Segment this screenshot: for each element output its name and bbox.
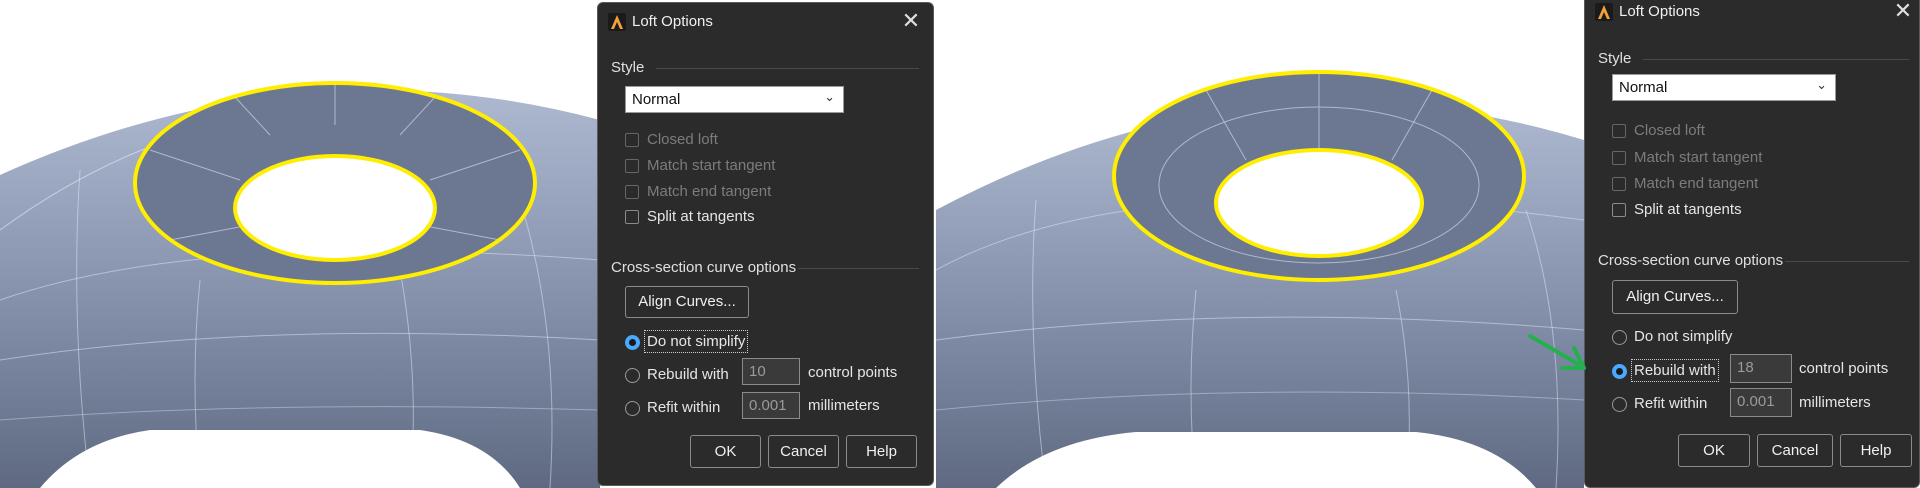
rebuild-with-radio[interactable] <box>1612 364 1627 379</box>
dialog-title: Loft Options <box>1619 3 1700 20</box>
loft-options-dialog-right: Loft Options ✕ Style Normal ⌄ Closed lof… <box>1584 0 1920 488</box>
closed-loft-label: Closed loft <box>647 131 718 148</box>
control-points-input[interactable]: 18 <box>1730 354 1792 383</box>
closed-loft-checkbox[interactable] <box>1612 124 1626 138</box>
split-at-tangents-label: Split at tangents <box>647 208 755 225</box>
split-at-tangents-checkbox[interactable] <box>1612 203 1626 217</box>
style-select[interactable]: Normal ⌄ <box>625 86 844 113</box>
control-points-input[interactable]: 10 <box>742 358 800 385</box>
match-end-tangent-checkbox[interactable] <box>1612 177 1626 191</box>
app-logo-icon <box>1595 3 1613 21</box>
control-points-unit-label: control points <box>1799 360 1889 377</box>
style-select[interactable]: Normal ⌄ <box>1612 74 1836 101</box>
refit-within-label: Refit within <box>647 399 721 416</box>
divider <box>798 268 919 269</box>
match-start-tangent-checkbox[interactable] <box>625 159 639 173</box>
closed-loft-label: Closed loft <box>1634 122 1705 139</box>
dialog-title-bar[interactable]: Loft Options ✕ <box>1585 0 1919 39</box>
match-start-tangent-checkbox[interactable] <box>1612 151 1626 165</box>
chevron-down-icon: ⌄ <box>824 89 835 104</box>
refit-within-radio[interactable] <box>1612 397 1627 412</box>
do-not-simplify-label: Do not simplify <box>1634 328 1733 345</box>
cross-section-group-label: Cross-section curve options <box>1598 252 1784 269</box>
align-curves-button[interactable]: Align Curves... <box>625 286 749 318</box>
style-group-label: Style <box>1598 50 1632 67</box>
loft-options-dialog-left: Loft Options ✕ Style Normal ⌄ Closed lof… <box>597 2 934 486</box>
cancel-button[interactable]: Cancel <box>768 435 839 468</box>
help-button[interactable]: Help <box>1840 434 1912 467</box>
divider <box>656 68 919 69</box>
ok-button[interactable]: OK <box>690 435 761 468</box>
tolerance-input[interactable]: 0.001 <box>742 392 800 419</box>
do-not-simplify-radio[interactable] <box>1612 330 1627 345</box>
match-start-tangent-label: Match start tangent <box>647 157 776 174</box>
lofted-surface-render <box>936 70 1584 488</box>
style-select-value: Normal <box>1619 79 1668 96</box>
cross-section-group-label: Cross-section curve options <box>611 259 797 276</box>
divider <box>1643 59 1909 60</box>
lofted-surface-render <box>0 81 600 488</box>
split-at-tangents-label: Split at tangents <box>1634 201 1742 218</box>
dialog-title-bar[interactable]: Loft Options ✕ <box>598 3 933 41</box>
rebuild-with-radio[interactable] <box>625 368 640 383</box>
refit-within-label: Refit within <box>1634 395 1708 412</box>
align-curves-button[interactable]: Align Curves... <box>1612 280 1738 314</box>
match-end-tangent-label: Match end tangent <box>1634 175 1759 192</box>
close-icon[interactable]: ✕ <box>899 9 923 33</box>
split-at-tangents-checkbox[interactable] <box>625 210 639 224</box>
help-button[interactable]: Help <box>846 435 917 468</box>
do-not-simplify-radio[interactable] <box>625 335 640 350</box>
annotation-arrow-icon <box>1528 334 1586 370</box>
viewport-right[interactable] <box>936 0 1584 488</box>
ok-button[interactable]: OK <box>1678 434 1750 467</box>
match-start-tangent-label: Match start tangent <box>1634 149 1763 166</box>
cancel-button[interactable]: Cancel <box>1757 434 1833 467</box>
match-end-tangent-label: Match end tangent <box>647 183 772 200</box>
dialog-title: Loft Options <box>632 13 713 30</box>
chevron-down-icon: ⌄ <box>1816 77 1827 92</box>
app-logo-icon <box>608 13 626 31</box>
do-not-simplify-label: Do not simplify <box>643 330 749 353</box>
tolerance-input[interactable]: 0.001 <box>1730 388 1792 417</box>
tolerance-unit-label: millimeters <box>808 397 880 414</box>
match-end-tangent-checkbox[interactable] <box>625 185 639 199</box>
control-points-unit-label: control points <box>808 364 898 381</box>
divider <box>1785 261 1909 262</box>
close-icon[interactable]: ✕ <box>1891 0 1915 23</box>
style-select-value: Normal <box>632 91 681 108</box>
tolerance-unit-label: millimeters <box>1799 394 1871 411</box>
rebuild-with-label: Rebuild with <box>647 366 729 383</box>
viewport-left[interactable] <box>0 0 600 488</box>
rebuild-with-label: Rebuild with <box>1631 359 1719 382</box>
refit-within-radio[interactable] <box>625 401 640 416</box>
style-group-label: Style <box>611 59 645 76</box>
closed-loft-checkbox[interactable] <box>625 133 639 147</box>
